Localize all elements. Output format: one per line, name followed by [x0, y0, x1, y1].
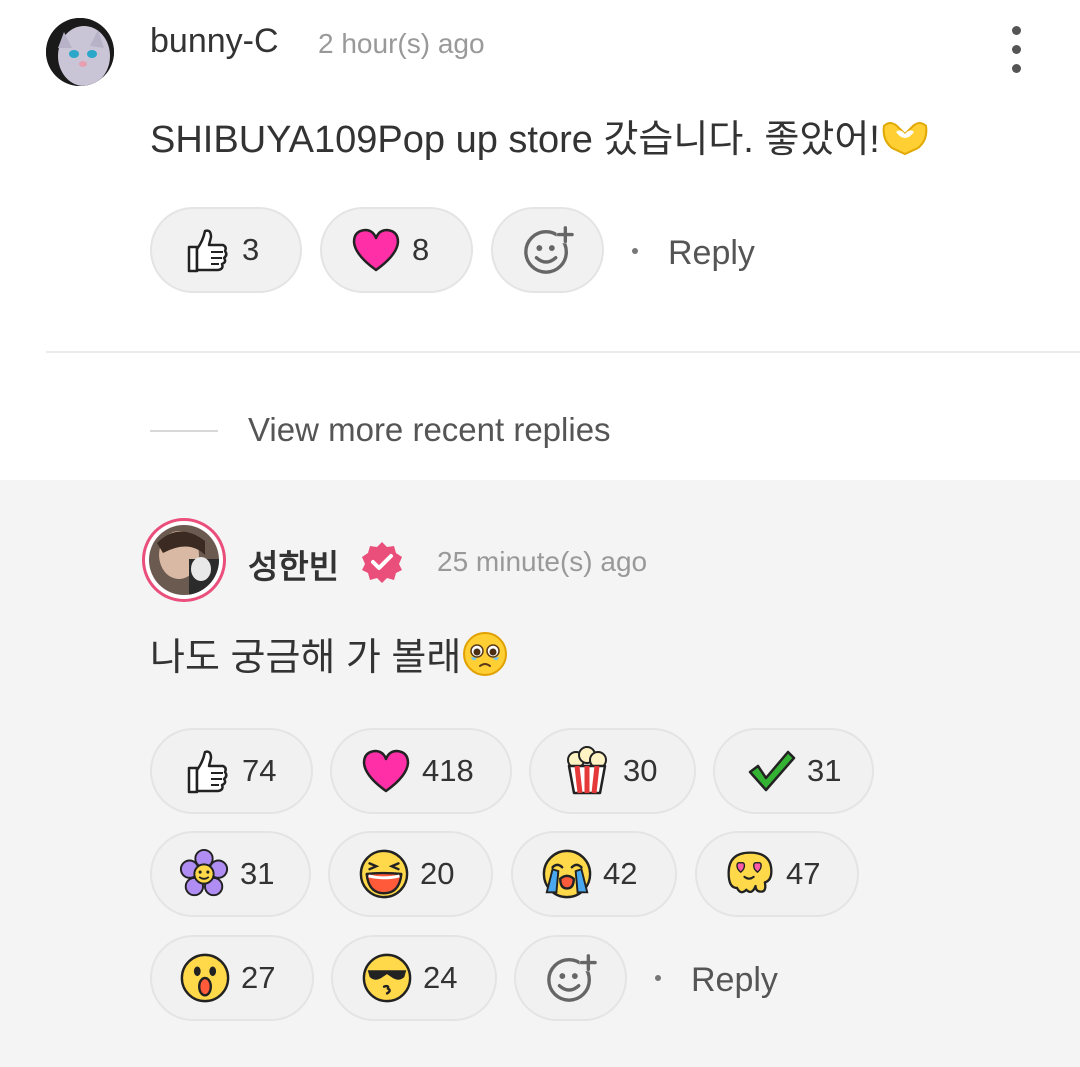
reaction-crying[interactable]: 42	[511, 831, 677, 917]
thumbs-up-icon	[180, 224, 232, 276]
reaction-count: 24	[423, 960, 458, 995]
reaction-melting-love[interactable]: 47	[695, 831, 859, 917]
reaction-laughing[interactable]: 20	[328, 831, 493, 917]
reaction-heart[interactable]: 8	[320, 207, 473, 293]
reply-text: 나도 궁금해 가 볼래	[150, 626, 509, 688]
reaction-count: 74	[242, 753, 277, 788]
reaction-count: 27	[241, 960, 276, 995]
more-options-icon[interactable]	[1000, 26, 1032, 76]
reply-button[interactable]: Reply	[668, 234, 755, 273]
verified-badge-icon	[360, 540, 404, 584]
thumbs-up-icon	[180, 745, 232, 797]
reaction-popcorn[interactable]: 30	[529, 728, 696, 814]
reply-text-body: 나도 궁금해 가 볼래	[150, 637, 462, 679]
heart-hands-emoji	[880, 118, 930, 166]
reply-timestamp: 25 minute(s) ago	[437, 546, 648, 577]
checkmark-icon	[745, 745, 797, 797]
melting-love-face-icon	[724, 848, 776, 900]
divider	[46, 351, 1080, 353]
add-emoji-icon	[522, 224, 574, 276]
comment-timestamp: 2 hour(s) ago	[318, 28, 485, 59]
reaction-count: 47	[786, 856, 821, 891]
heart-icon	[360, 745, 412, 797]
comment-text-body: SHIBUYA109Pop up store 갔습니다. 좋았어!	[150, 119, 880, 161]
surprised-face-icon	[179, 952, 231, 1004]
avatar[interactable]	[142, 518, 226, 602]
separator-dot	[632, 248, 638, 254]
comment-author[interactable]: bunny-C	[150, 22, 279, 61]
add-emoji-icon	[545, 952, 597, 1004]
reaction-cool-kiss[interactable]: 24	[331, 935, 497, 1021]
reaction-count: 20	[420, 856, 455, 891]
reaction-count: 42	[603, 856, 638, 891]
flower-icon	[178, 848, 230, 900]
cool-kiss-face-icon	[361, 952, 413, 1004]
crying-face-icon	[541, 848, 593, 900]
reply-author[interactable]: 성한빈	[248, 540, 339, 588]
reaction-heart[interactable]: 418	[330, 728, 512, 814]
reaction-count: 8	[412, 232, 430, 267]
popcorn-icon	[561, 745, 613, 797]
reaction-checkmark[interactable]: 31	[713, 728, 874, 814]
laughing-face-icon	[358, 848, 410, 900]
reaction-thumbs-up[interactable]: 3	[150, 207, 302, 293]
view-more-line	[150, 430, 218, 432]
heart-icon	[350, 224, 402, 276]
reaction-count: 3	[242, 232, 260, 267]
reaction-count: 31	[807, 753, 842, 788]
reply-button[interactable]: Reply	[691, 961, 778, 1000]
reaction-count: 31	[240, 856, 275, 891]
reaction-count: 418	[422, 753, 474, 788]
reaction-count: 30	[623, 753, 658, 788]
reaction-thumbs-up[interactable]: 74	[150, 728, 313, 814]
reaction-flower[interactable]: 31	[150, 831, 311, 917]
comment-text: SHIBUYA109Pop up store 갔습니다. 좋았어!	[150, 108, 930, 166]
reaction-surprised[interactable]: 27	[150, 935, 314, 1021]
separator-dot	[655, 975, 661, 981]
add-reaction-button[interactable]	[491, 207, 604, 293]
view-more-replies-link[interactable]: View more recent replies	[248, 411, 611, 449]
pleading-face-emoji	[461, 630, 509, 688]
add-reaction-button[interactable]	[514, 935, 627, 1021]
avatar[interactable]	[46, 18, 114, 86]
